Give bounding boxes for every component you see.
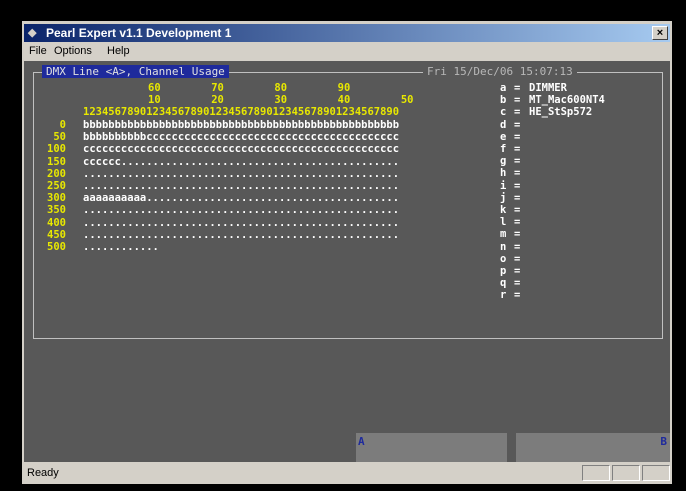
menu-options[interactable]: Options [54,45,92,57]
fixture-key: d [500,118,507,131]
console-area: DMX Line <A>, Channel Usage Fri 15/Dec/0… [24,61,670,462]
fixture-equals: = [514,179,521,192]
channel-start-label: 500 [47,241,66,253]
fixture-equals: = [514,155,521,168]
fixture-key: p [500,265,507,277]
fixture-name: DIMMER [529,82,567,94]
channel-start-label: 150 [47,155,66,168]
fixture-equals: = [514,167,521,180]
tens-header-upper: 60 70 80 90 [148,82,351,94]
fixture-equals: = [514,252,521,265]
fixture-equals: = [514,277,521,290]
channel-usage-row: ........................................… [83,180,400,192]
channel-usage-row: ........................................… [83,204,400,217]
panel-b-label: B [660,435,667,448]
channel-start-label: 450 [47,228,66,241]
channel-usage-row: aaaaaaaaaa..............................… [83,192,400,205]
fixture-equals: = [514,216,521,229]
channel-usage-row: bbbbbbbbbbbbbbbbbbbbbbbbbbbbbbbbbbbbbbbb… [83,119,400,131]
fixture-equals: = [514,82,521,94]
menu-help[interactable]: Help [107,45,130,57]
fixture-equals: = [514,191,521,204]
status-bar: Ready [24,463,670,483]
status-pane-3 [642,465,670,481]
fixture-equals: = [514,118,521,131]
fixture-key: c [500,106,507,119]
panel-b[interactable]: B [516,433,670,462]
fixture-equals: = [514,240,521,253]
date-time: Fri 15/Dec/06 15:07:13 [423,65,577,78]
channel-usage-row: ............ [83,241,159,253]
fixture-key: e [500,130,507,143]
channel-usage-row: ........................................… [83,216,400,229]
panel-a[interactable]: A [356,433,507,462]
fixture-name: MT_Mac600NT4 [529,94,605,107]
fixture-key: k [500,204,507,216]
app-window: ◆ Pearl Expert v1.1 Development 1 × File… [22,21,672,484]
fixture-key: f [500,143,507,155]
fixture-key: b [500,94,507,107]
fixture-key: q [500,277,507,290]
fixture-key: n [500,240,507,253]
frame-title: DMX Line <A>, Channel Usage [42,65,229,78]
status-pane-2 [612,465,640,481]
close-button[interactable]: × [652,26,668,40]
fixture-equals: = [514,106,521,119]
channel-start-label: 250 [47,180,66,192]
fixture-equals: = [514,228,521,241]
title-bar[interactable]: ◆ Pearl Expert v1.1 Development 1 × [24,24,670,42]
console: DMX Line <A>, Channel Usage Fri 15/Dec/0… [24,61,670,461]
fixture-equals: = [514,94,521,107]
fixture-key: j [500,191,507,204]
channel-start-label: 350 [47,204,66,217]
channel-start-label: 50 [53,131,66,144]
fixture-key: m [500,228,507,241]
fixture-equals: = [514,130,521,143]
status-text: Ready [27,467,59,479]
fixture-equals: = [514,204,521,216]
fixture-name: HE_StSp572 [529,106,593,119]
channel-start-label: 200 [47,167,66,180]
fixture-equals: = [514,289,521,302]
channel-start-label: 100 [47,143,66,156]
panel-a-label: A [358,435,365,448]
menu-bar: File Options Help [24,43,670,60]
channel-usage-row: cccccccccccccccccccccccccccccccccccccccc… [83,143,400,156]
fixture-key: l [500,216,507,229]
fixture-key: a [500,82,507,94]
fixture-equals: = [514,265,521,277]
fixture-key: r [500,289,507,302]
channel-usage-row: ........................................… [83,167,400,180]
channel-usage-row: cccccc..................................… [83,155,400,168]
fixture-key: h [500,167,507,180]
channel-start-label: 0 [59,119,66,131]
channel-usage-row: bbbbbbbbbbcccccccccccccccccccccccccccccc… [83,131,400,144]
fixture-key: o [500,252,507,265]
app-icon[interactable]: ◆ [28,27,42,39]
window-title: Pearl Expert v1.1 Development 1 [46,26,232,40]
tens-header-lower: 10 20 30 40 50 [148,94,414,106]
channel-start-label: 400 [47,216,66,229]
fixture-key: i [500,179,507,192]
channel-start-label: 300 [47,192,66,205]
menu-file[interactable]: File [29,45,47,57]
fixture-key: g [500,155,507,168]
fixture-equals: = [514,143,521,155]
status-pane-1 [582,465,610,481]
digits-header: 1234567890123456789012345678901234567890… [83,106,400,118]
channel-usage-row: ........................................… [83,228,400,241]
